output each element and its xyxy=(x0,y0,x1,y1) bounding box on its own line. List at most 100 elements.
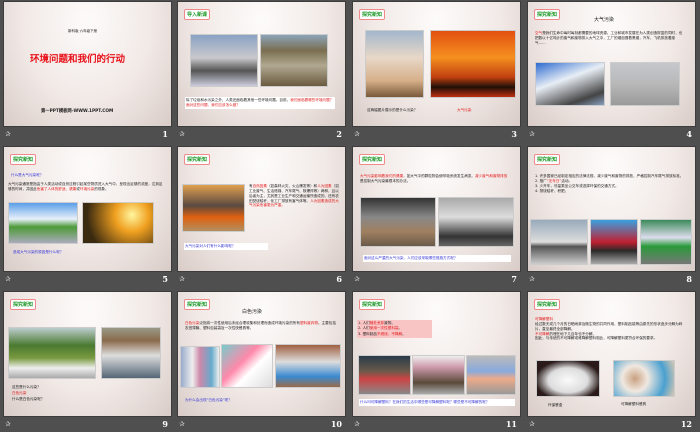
chimneys-image xyxy=(360,197,436,247)
smoke-image xyxy=(365,30,424,98)
question-box: 什么叫可降解塑料？在我们的生活中哪些是可降解塑料呢？哪些是不可降解的呢？ xyxy=(359,399,515,406)
transition-star-icon: ✰ xyxy=(354,130,360,138)
causes-text: 有自然因素（如森林火灾、火山爆发等）和人为因素（如工业废气、生活燃煤、汽车尾气、… xyxy=(249,184,339,208)
slide-6[interactable]: 探究新知 有自然因素（如森林火灾、火山爆发等）和人为因素（如工业废气、生活燃煤、… xyxy=(178,147,345,271)
list-item: 4. 禁烧秸秆、积肥。 xyxy=(535,188,569,193)
slide-2[interactable]: 导入新课 除了垃圾和水污染之外，人类还面临着其他一些环境问题。目前，我们面临着哪… xyxy=(178,2,345,126)
slide-thumbnail-7[interactable]: 探究新知 大气污染影响着我们的健康，如大气中的颗粒物会使呼吸系统发生病变。减少废… xyxy=(353,147,520,287)
slide-thumbnail-9[interactable]: 探究新知 这些是什么污染？ 白色污染 什么是白色污染呢？ ✰ 9 xyxy=(4,292,171,432)
slide-number: 11 xyxy=(505,419,517,429)
reasons-list: 1. 人们随处丢弃废物。 2. 人们使用一次性塑料袋。 3. 塑料制品不燃烧、不… xyxy=(357,320,432,339)
intro-text: 除了垃圾和水污染之外，人类还面临着其他一些环境问题。目前，我们面临着哪些环境问题… xyxy=(185,97,335,109)
slide-10[interactable]: 探究新知 白色污染 白色污染泛指将一次性使用后未经合理收集和处理而造成环境污染的… xyxy=(178,292,345,416)
slide-number: 6 xyxy=(336,274,342,284)
clean-sky-image xyxy=(8,202,78,244)
pollution-image xyxy=(82,202,154,244)
transition-star-icon: ✰ xyxy=(354,275,360,283)
slide-9[interactable]: 探究新知 这些是什么污染？ 白色污染 什么是白色污染呢？ xyxy=(4,292,171,416)
section-tag: 探究新知 xyxy=(184,299,211,310)
bottom-question: 造成大气污染的原因是什么呢？ xyxy=(13,250,64,254)
slide-number: 5 xyxy=(162,274,168,284)
paragraph: 因此，与传统的不可降解或难降解塑料相比，可降解塑料更符合环保的要求。 xyxy=(535,336,658,341)
caption-tableware: 可降解塑料餐具 xyxy=(621,402,647,406)
slide-thumbnail-5[interactable]: 探究新知 什么是大气污染呢？ 大气污染通常是指由于人类活动或自然过程引起某些物质… xyxy=(4,147,171,287)
tableware-image xyxy=(613,360,675,397)
slide-number: 12 xyxy=(680,419,692,429)
explanation-text: 可降解塑料 经过数天或几个月的日晒雨淋及微生物的共同作用，塑料制品能等由原先的形… xyxy=(535,317,687,341)
slide-thumbnail-11[interactable]: 探究新知 1. 人们随处丢弃废物。 2. 人们使用一次性塑料袋。 3. 塑料制品… xyxy=(353,292,520,432)
section-tag: 探究新知 xyxy=(534,9,561,20)
bags-image xyxy=(221,344,273,388)
question: 这两幅图片展示的是什么污染？ xyxy=(367,108,418,112)
slide-thumbnail-10[interactable]: 探究新知 白色污染 白色污染泛指将一次性使用后未经合理收集和处理而造成环境污染的… xyxy=(178,292,345,432)
subway-image xyxy=(640,219,692,265)
question: 什么是大气污染呢？ xyxy=(11,173,44,177)
transition-star-icon: ✰ xyxy=(5,130,11,138)
lunchbox-image xyxy=(536,360,600,397)
transition-star-icon: ✰ xyxy=(5,420,11,428)
masks-image xyxy=(438,197,514,247)
transition-star-icon: ✰ xyxy=(179,420,185,428)
slide-number: 1 xyxy=(162,129,168,139)
slide-11[interactable]: 探究新知 1. 人们随处丢弃废物。 2. 人们使用一次性塑料袋。 3. 塑料制品… xyxy=(353,292,520,416)
transition-star-icon: ✰ xyxy=(529,275,535,283)
section-tag: 探究新知 xyxy=(10,299,37,310)
slide-number: 10 xyxy=(330,419,342,429)
traffic-image xyxy=(530,219,588,265)
slide-thumbnail-8[interactable]: 探究新知 1. 许多国家已经制定相应的法律法规，减少废气和废物的排放，严格控制汽… xyxy=(528,147,695,287)
list-item: 3. 塑料制品不燃烧、不降解。 xyxy=(358,331,406,336)
slide-number: 4 xyxy=(686,129,692,139)
transition-star-icon: ✰ xyxy=(354,420,360,428)
slide-number: 8 xyxy=(686,274,692,284)
slide-4[interactable]: 探究新知 大气污染 空气是我们生命中每时每刻都需要的地球资源。工业和城市发展在为… xyxy=(528,2,695,126)
slide-thumbnail-12[interactable]: 探究新知 可降解塑料 经过数天或几个月的日晒雨淋及微生物的共同作用，塑料制品能等… xyxy=(528,292,695,432)
slide-1[interactable]: 新科版 六年级下册 环境问题和我们的行动 第一PPT模板网-WWW.1PPT.C… xyxy=(4,2,171,126)
title: 环境问题和我们的行动 xyxy=(30,54,126,65)
slide-thumbnail-2[interactable]: 导入新课 除了垃圾和水污染之外，人类还面临着其他一些环境问题。目前，我们面临着哪… xyxy=(178,2,345,142)
littered-field-image xyxy=(8,327,96,379)
factory-image xyxy=(190,34,258,87)
slide-title: 白色污染 xyxy=(242,309,263,315)
caption-lunchbox: 环保餐盒 xyxy=(548,403,563,407)
slide-12[interactable]: 探究新知 可降解塑料 经过数天或几个月的日晒雨淋及微生物的共同作用，塑料制品能等… xyxy=(528,292,695,416)
slide-number: 3 xyxy=(511,129,517,139)
question-box: 面对这么严重的大气污染，人们应该采取哪些措施方式呢？ xyxy=(363,255,511,262)
footer: 第一PPT模板网-WWW.1PPT.COM xyxy=(41,109,114,114)
plastic-dump-image xyxy=(101,327,161,379)
question: 为什么会出现“白色污染”呢？ xyxy=(185,398,232,402)
paragraph: 经过数天或几个月的日晒雨淋及微生物的共同作用，塑料制品能等由原先的形状逐步分解为… xyxy=(535,321,683,331)
slide-thumbnail-3[interactable]: 探究新知 这两幅图片展示的是什么污染？ 大气污染 ✰ 3 xyxy=(353,2,520,142)
transition-star-icon: ✰ xyxy=(179,130,185,138)
section-tag: 探究新知 xyxy=(534,154,561,165)
slide-3[interactable]: 探究新知 这两幅图片展示的是什么污染？ 大气污染 xyxy=(353,2,520,126)
section-tag: 探究新知 xyxy=(359,9,386,20)
slide-title: 大气污染 xyxy=(594,17,615,23)
slide-thumbnail-4[interactable]: 探究新知 大气污染 空气是我们生命中每时每刻都需要的地球资源。工业和城市发展在为… xyxy=(528,2,695,142)
sunset-smoke-image xyxy=(430,30,516,98)
body-text: 空气是我们生命中每时每刻都需要的地球资源。工业和城市发展在为人类创造财富的同时，… xyxy=(535,31,683,45)
section-tag: 导入新课 xyxy=(184,9,211,20)
transition-star-icon: ✰ xyxy=(529,130,535,138)
fire-image xyxy=(182,184,245,232)
slide-5[interactable]: 探究新知 什么是大气污染呢？ 大气污染通常是指由于人类活动或自然过程引起某些物质… xyxy=(4,147,171,271)
section-tag: 探究新知 xyxy=(534,299,561,310)
sky-smoke-image xyxy=(535,62,605,106)
qa-block: 这些是什么污染？ 白色污染 什么是白色污染呢？ xyxy=(12,384,44,402)
slide-number: 7 xyxy=(511,274,517,284)
health-text: 大气污染影响着我们的健康，如大气中的颗粒物会使呼吸系统发生病变。减少废气和废物排… xyxy=(360,174,508,183)
slide-8[interactable]: 探究新知 1. 许多国家已经制定相应的法律法规，减少废气和废物的排放，严格控制汽… xyxy=(528,147,695,271)
question-box: 大气污染对人们有什么影响呢？ xyxy=(184,243,268,250)
slide-7[interactable]: 探究新知 大气污染影响着我们的健康，如大气中的颗粒物会使呼吸系统发生病变。减少废… xyxy=(353,147,520,271)
bus-image xyxy=(590,219,638,265)
garbage-image xyxy=(358,355,411,395)
slide-thumbnail-1[interactable]: 新科版 六年级下册 环境问题和我们的行动 第一PPT模板网-WWW.1PPT.C… xyxy=(4,2,171,142)
definition-text: 白色污染泛指将一次性使用后未经合理收集和处理而造成环境污染的所有塑料废弃物。主要… xyxy=(185,321,336,330)
measures-list: 1. 许多国家已经制定相应的法律法规，减少废气和废物的排放，严格控制汽车尾气排放… xyxy=(535,174,687,193)
subtitle: 新科版 六年级下册 xyxy=(68,29,98,33)
section-tag: 探究新知 xyxy=(184,154,211,165)
slide-number: 2 xyxy=(336,129,342,139)
slide-thumbnail-6[interactable]: 探究新知 有自然因素（如森林火灾、火山爆发等）和人为因素（如工业废气、生活燃煤、… xyxy=(178,147,345,287)
transition-star-icon: ✰ xyxy=(179,275,185,283)
bottles-image xyxy=(180,346,220,388)
definition-text: 大气污染通常是指由于人类活动或自然过程引起某些物质进入大气中，呈现出足够的浓度，… xyxy=(8,182,163,191)
